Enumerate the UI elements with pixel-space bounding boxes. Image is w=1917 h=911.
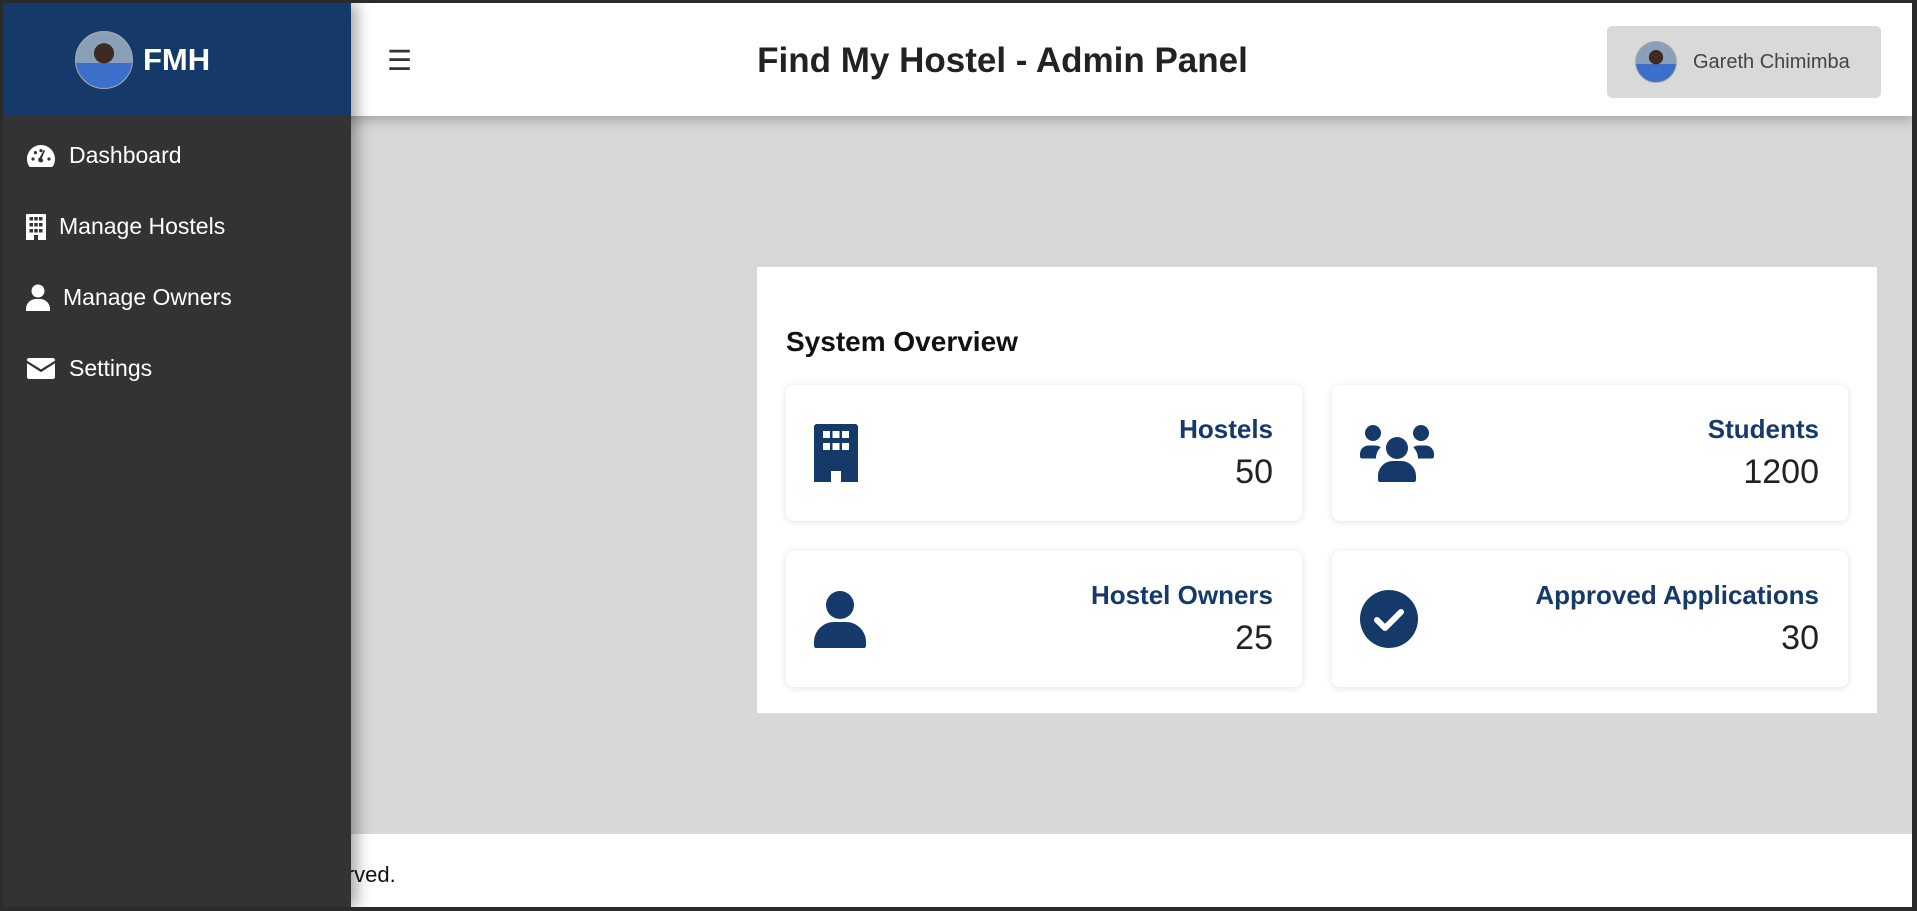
stat-label: Students [1707,414,1819,444]
stat-value: 1200 [1743,453,1819,491]
stat-label: Hostel Owners [1090,580,1273,610]
brand-avatar [75,30,133,89]
sidebar-item-manage-hostels[interactable]: Manage Hostels [3,191,351,262]
sidebar-item-label: Dashboard [69,142,182,168]
brand[interactable]: FMH [3,3,351,116]
sidebar-nav: Dashboard Manage Hostels Manage Owners S… [3,116,351,404]
check-circle-icon [1360,590,1418,648]
stat-card-hostel-owners[interactable]: Hostel Owners 25 [786,551,1302,687]
app-window: reserved. ☰ Find My Hostel - Admin Panel… [3,3,1912,907]
stat-card-approved-applications[interactable]: Approved Applications 30 [1332,551,1848,687]
stat-card-hostels[interactable]: Hostels 50 [786,385,1302,521]
stat-value: 50 [1235,453,1273,491]
sidebar: FMH Dashboard Manage Hostels Manage Owne… [3,3,351,907]
stat-label: Hostels [1179,414,1273,444]
building-icon [814,424,858,482]
user-icon [25,284,51,312]
user-icon [814,590,866,648]
envelope-icon [25,355,57,383]
building-icon [25,213,47,241]
sidebar-item-label: Settings [69,355,153,381]
user-menu-button[interactable]: Gareth Chimimba [1607,26,1881,98]
user-name: Gareth Chimimba [1693,50,1850,73]
sidebar-item-label: Manage Owners [63,284,232,310]
sidebar-item-manage-owners[interactable]: Manage Owners [3,262,351,333]
sidebar-item-dashboard[interactable]: Dashboard [3,120,351,191]
sidebar-item-label: Manage Hostels [59,213,226,239]
system-overview-panel: System Overview Hostels 50 Students 1200… [757,267,1877,713]
users-icon [1360,424,1434,482]
brand-name: FMH [143,41,211,77]
stat-value: 30 [1781,619,1819,657]
section-title: System Overview [786,326,1018,357]
avatar [1635,41,1677,83]
stat-label: Approved Applications [1535,580,1819,610]
gauge-icon [25,142,57,170]
stat-card-students[interactable]: Students 1200 [1332,385,1848,521]
sidebar-item-settings[interactable]: Settings [3,333,351,404]
stat-value: 25 [1235,619,1273,657]
